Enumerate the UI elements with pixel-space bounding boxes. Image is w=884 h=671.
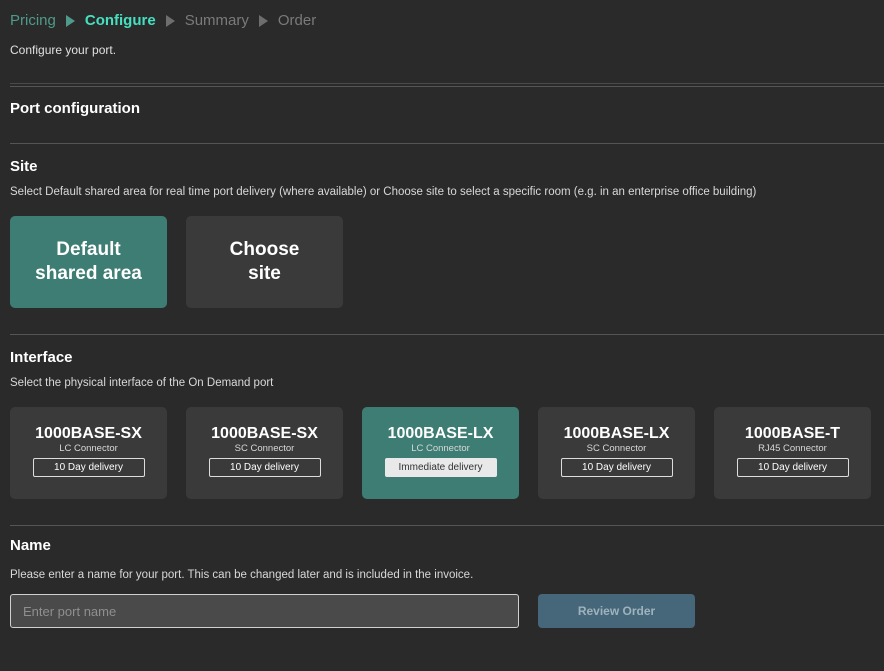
interface-connector: LC Connector xyxy=(411,443,470,454)
interface-option-1000base-t-rj45[interactable]: 1000BASE-T RJ45 Connector 10 Day deliver… xyxy=(714,407,871,499)
divider xyxy=(10,143,884,144)
delivery-badge: 10 Day delivery xyxy=(736,458,849,477)
site-section-description: Select Default shared area for real time… xyxy=(10,186,757,198)
interface-name: 1000BASE-T xyxy=(744,425,841,442)
interface-section-description: Select the physical interface of the On … xyxy=(10,377,274,389)
interface-option-1000base-lx-lc[interactable]: 1000BASE-LX LC Connector Immediate deliv… xyxy=(362,407,519,499)
page-subtitle: Configure your port. xyxy=(10,43,117,57)
configure-page: Pricing Configure Summary Order Configur… xyxy=(0,0,884,671)
interface-option-1000base-sx-sc[interactable]: 1000BASE-SX SC Connector 10 Day delivery xyxy=(186,407,343,499)
site-option-choose-site[interactable]: Choose site xyxy=(186,216,343,308)
interface-connector: SC Connector xyxy=(234,443,295,454)
interface-option-1000base-sx-lc[interactable]: 1000BASE-SX LC Connector 10 Day delivery xyxy=(10,407,167,499)
port-name-input[interactable] xyxy=(10,594,519,628)
interface-connector: LC Connector xyxy=(59,443,118,454)
delivery-badge: 10 Day delivery xyxy=(208,458,321,477)
interface-name: 1000BASE-LX xyxy=(563,425,670,442)
divider xyxy=(10,83,884,87)
interface-section-title: Interface xyxy=(10,349,73,366)
breadcrumb: Pricing Configure Summary Order xyxy=(10,12,316,29)
interface-name: 1000BASE-SX xyxy=(211,425,318,442)
divider xyxy=(10,334,884,335)
interface-connector: RJ45 Connector xyxy=(758,443,827,454)
interface-name: 1000BASE-LX xyxy=(387,425,494,442)
delivery-badge: 10 Day delivery xyxy=(560,458,673,477)
breadcrumb-arrow-icon xyxy=(165,14,175,27)
breadcrumb-step-summary: Summary xyxy=(184,12,249,29)
divider xyxy=(10,525,884,526)
name-section-title: Name xyxy=(10,537,51,554)
site-section-title: Site xyxy=(10,158,38,175)
breadcrumb-step-configure[interactable]: Configure xyxy=(85,12,156,29)
breadcrumb-arrow-icon xyxy=(258,14,268,27)
interface-connector: SC Connector xyxy=(586,443,647,454)
site-option-label: Choose site xyxy=(229,239,300,284)
delivery-badge: 10 Day delivery xyxy=(32,458,145,477)
interface-option-1000base-lx-sc[interactable]: 1000BASE-LX SC Connector 10 Day delivery xyxy=(538,407,695,499)
delivery-badge: Immediate delivery xyxy=(384,458,497,477)
interface-name: 1000BASE-SX xyxy=(35,425,142,442)
site-option-default-shared-area[interactable]: Default shared area xyxy=(10,216,167,308)
breadcrumb-arrow-icon xyxy=(65,14,75,27)
review-order-button[interactable]: Review Order xyxy=(538,594,695,628)
site-option-label: Default shared area xyxy=(35,239,142,284)
breadcrumb-step-order: Order xyxy=(277,12,317,29)
breadcrumb-step-pricing[interactable]: Pricing xyxy=(10,12,56,29)
name-section-description: Please enter a name for your port. This … xyxy=(10,569,474,581)
port-configuration-title: Port configuration xyxy=(10,100,140,117)
